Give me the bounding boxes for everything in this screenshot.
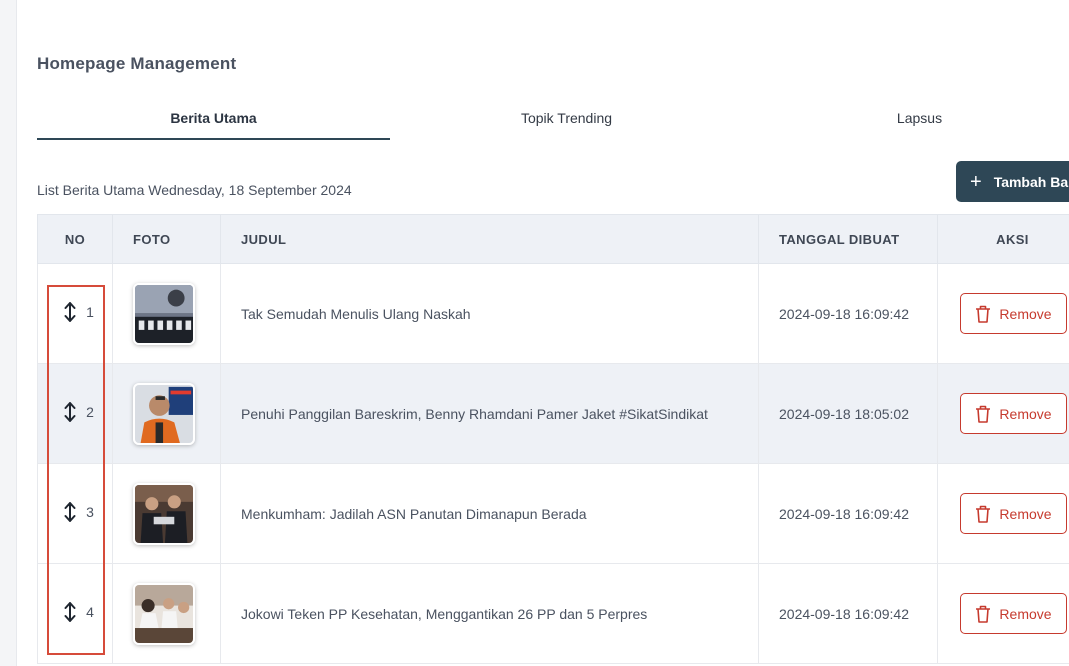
header-no: NO	[37, 214, 113, 264]
row-number: 3	[86, 504, 94, 520]
drag-handle[interactable]: 4	[64, 602, 94, 622]
trash-icon	[976, 505, 991, 523]
trash-icon	[976, 405, 991, 423]
drag-handle[interactable]: 3	[64, 502, 94, 522]
row-number: 2	[86, 404, 94, 420]
row-number: 1	[86, 304, 94, 320]
drag-handle-icon	[64, 302, 76, 322]
table-row: 3 Menkumham: Jadilah ASN Panutan Dimanap…	[37, 463, 1069, 564]
row-no-cell: 4	[37, 563, 113, 664]
list-caption: List Berita Utama Wednesday, 18 Septembe…	[37, 182, 352, 198]
row-no-cell: 2	[37, 363, 113, 464]
row-date: 2024-09-18 16:09:42	[758, 563, 938, 664]
table-row: 1 Tak Semudah Menulis Ulang Naskah 2024-…	[37, 263, 1069, 364]
remove-label: Remove	[999, 405, 1052, 422]
remove-button[interactable]: Remove	[960, 293, 1067, 334]
header-tanggal: TANGGAL DIBUAT	[758, 214, 938, 264]
remove-label: Remove	[999, 305, 1052, 322]
row-title: Tak Semudah Menulis Ulang Naskah	[220, 263, 759, 364]
add-news-button[interactable]: + Tambah Ba	[956, 161, 1069, 202]
news-thumbnail	[133, 582, 195, 645]
tab-bar: Berita Utama Topik Trending Lapsus	[37, 100, 1069, 142]
row-date: 2024-09-18 16:09:42	[758, 263, 938, 364]
plus-icon: +	[970, 170, 982, 193]
row-no-cell: 1	[37, 263, 113, 364]
row-action-cell: Remove	[937, 363, 1069, 464]
add-button-label: Tambah Ba	[993, 173, 1069, 190]
table-row: 2 Penuhi Panggilan Bareskrim, Benny Rham…	[37, 363, 1069, 464]
row-photo-cell	[112, 263, 221, 364]
news-table: NO FOTO JUDUL TANGGAL DIBUAT AKSI 1 Tak …	[37, 214, 1069, 664]
tab-berita-utama[interactable]: Berita Utama	[37, 100, 390, 140]
row-action-cell: Remove	[937, 463, 1069, 564]
drag-handle-icon	[64, 502, 76, 522]
news-thumbnail	[133, 282, 195, 345]
row-date: 2024-09-18 18:05:02	[758, 363, 938, 464]
row-photo-cell	[112, 563, 221, 664]
header-foto: FOTO	[112, 214, 221, 264]
row-title: Menkumham: Jadilah ASN Panutan Dimanapun…	[220, 463, 759, 564]
row-title: Penuhi Panggilan Bareskrim, Benny Rhamda…	[220, 363, 759, 464]
news-thumbnail	[133, 482, 195, 545]
table-header-row: NO FOTO JUDUL TANGGAL DIBUAT AKSI	[37, 214, 1069, 264]
drag-handle[interactable]: 1	[64, 302, 94, 322]
tab-lapsus[interactable]: Lapsus	[743, 100, 1069, 140]
trash-icon	[976, 305, 991, 323]
remove-label: Remove	[999, 605, 1052, 622]
row-action-cell: Remove	[937, 563, 1069, 664]
row-photo-cell	[112, 463, 221, 564]
page-title: Homepage Management	[37, 54, 237, 73]
drag-handle-icon	[64, 402, 76, 422]
remove-button[interactable]: Remove	[960, 493, 1067, 534]
header-aksi: AKSI	[937, 214, 1069, 264]
row-action-cell: Remove	[937, 263, 1069, 364]
remove-button[interactable]: Remove	[960, 593, 1067, 634]
trash-icon	[976, 605, 991, 623]
header-judul: JUDUL	[220, 214, 759, 264]
drag-handle[interactable]: 2	[64, 402, 94, 422]
news-thumbnail	[133, 382, 195, 445]
row-title: Jokowi Teken PP Kesehatan, Menggantikan …	[220, 563, 759, 664]
row-no-cell: 3	[37, 463, 113, 564]
row-number: 4	[86, 604, 94, 620]
left-sidebar-rail	[0, 0, 17, 666]
row-photo-cell	[112, 363, 221, 464]
remove-button[interactable]: Remove	[960, 393, 1067, 434]
tab-topik-trending[interactable]: Topik Trending	[390, 100, 743, 140]
remove-label: Remove	[999, 505, 1052, 522]
row-date: 2024-09-18 16:09:42	[758, 463, 938, 564]
table-row: 4 Jokowi Teken PP Kesehatan, Menggantika…	[37, 563, 1069, 664]
drag-handle-icon	[64, 602, 76, 622]
